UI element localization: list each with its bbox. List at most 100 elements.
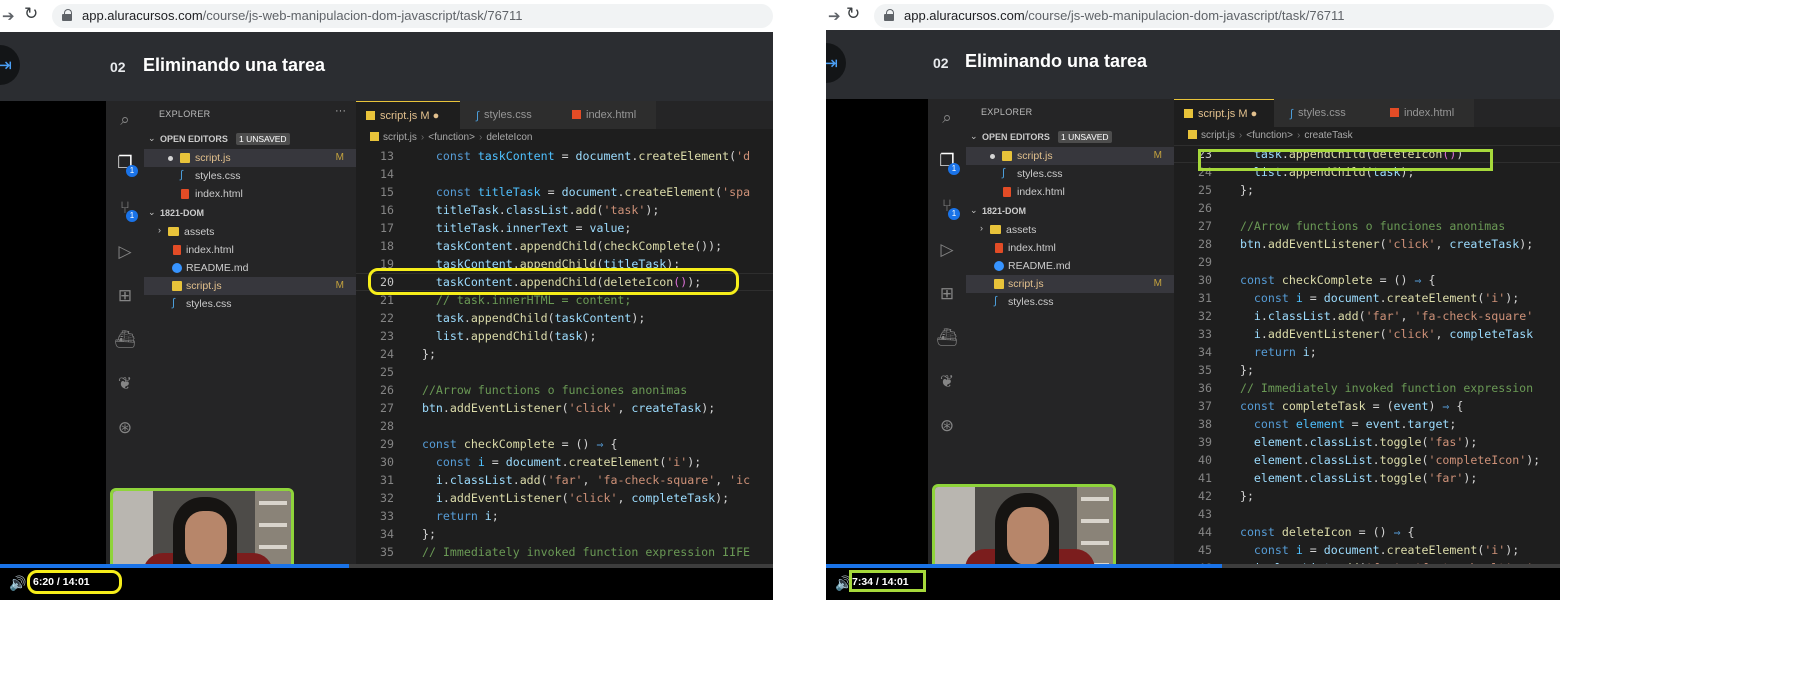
code-line[interactable]: taskContent.appendChild(titleTask); xyxy=(408,255,680,273)
code-line[interactable]: }; xyxy=(408,525,436,543)
file-name: styles.css xyxy=(1017,168,1063,180)
open-editor-item[interactable]: ∫ styles.css xyxy=(966,165,1174,183)
tree-item[interactable]: ∫ styles.css xyxy=(966,293,1174,311)
code-line[interactable]: list.appendChild(task); xyxy=(408,327,597,345)
tab-script-js[interactable]: script.js M ● xyxy=(356,101,460,129)
code-line[interactable]: const i = document.createElement('i'); xyxy=(1226,541,1519,559)
code-lines[interactable]: 13 const taskContent = document.createEl… xyxy=(356,147,773,564)
code-line[interactable]: i.addEventListener('click', completeTask xyxy=(1226,325,1533,343)
open-editor-item[interactable]: index.html xyxy=(144,185,356,203)
code-line[interactable]: const checkComplete = () ⇒ { xyxy=(1226,271,1435,289)
code-line[interactable]: }; xyxy=(408,345,436,363)
code-lines[interactable]: 23 task.appendChild(deleteIcon()) 24 list… xyxy=(1174,145,1560,564)
volume-icon[interactable]: 🔊 xyxy=(835,575,852,592)
tab-index-html[interactable]: index.html xyxy=(556,101,656,129)
tree-item[interactable]: README.md xyxy=(966,257,1174,275)
open-editors-header[interactable]: ⌄ OPEN EDITORS 1 UNSAVED xyxy=(966,129,1174,147)
project-header[interactable]: ⌄ 1821-DOM xyxy=(144,205,356,223)
code-line[interactable]: //Arrow functions o funciones anonimas xyxy=(408,381,687,399)
code-line[interactable]: const completeTask = (event) ⇒ { xyxy=(1226,397,1463,415)
code-line[interactable]: const i = document.createElement('i'); xyxy=(408,453,701,471)
code-line[interactable]: const taskContent = document.createEleme… xyxy=(408,147,750,165)
tab-script-js[interactable]: script.js M ● xyxy=(1174,99,1274,127)
code-line[interactable]: btn.addEventListener('click', createTask… xyxy=(1226,235,1533,253)
code-line[interactable]: const checkComplete = () ⇒ { xyxy=(408,435,617,453)
code-line[interactable]: taskContent.appendChild(deleteIcon()); xyxy=(408,273,701,291)
line-number: 33 xyxy=(380,509,394,523)
code-line[interactable]: titleTask.classList.add('task'); xyxy=(408,201,659,219)
line-number: 31 xyxy=(380,473,394,487)
code-line[interactable]: // Immediately invoked function expressi… xyxy=(1226,379,1533,397)
line-number: 23 xyxy=(1198,147,1212,161)
code-line[interactable]: i.classList.add('far', 'fa-check-square'… xyxy=(408,471,750,489)
tab-styles-css[interactable]: ∫ styles.css xyxy=(1274,99,1374,127)
tree-item-folder[interactable]: › assets xyxy=(966,221,1174,239)
open-editor-item[interactable]: script.js M xyxy=(144,149,356,167)
breadcrumb-file[interactable]: script.js xyxy=(383,132,417,143)
code-line[interactable]: element.classList.toggle('completeIcon')… xyxy=(1226,451,1540,469)
code-line[interactable]: const element = event.target; xyxy=(1226,415,1456,433)
tree-item[interactable]: index.html xyxy=(144,241,356,259)
code-line[interactable]: return i; xyxy=(408,507,499,525)
line-number: 32 xyxy=(1198,309,1212,323)
code-line[interactable]: i.classList.add('far', 'fa-check-square' xyxy=(1226,307,1533,325)
modified-indicator: M xyxy=(1153,278,1162,289)
open-editors-header[interactable]: ⌄ OPEN EDITORS 1 UNSAVED xyxy=(144,131,356,149)
code-line[interactable]: i.addEventListener('click', completeTask… xyxy=(408,489,729,507)
video-player[interactable]: ⇥ 02 Eliminando una tarea ⌕ ❐ 1 ⑂ 1 ▷ ⊞ … xyxy=(826,30,1560,600)
tree-item[interactable]: ∫ styles.css xyxy=(144,295,356,313)
tab-index-html[interactable]: index.html xyxy=(1374,99,1474,127)
progress-bar[interactable] xyxy=(0,564,773,568)
breadcrumb-scope[interactable]: <function> xyxy=(1246,130,1293,141)
code-editor[interactable]: script.js M ● ∫ styles.css index.html scr… xyxy=(1174,99,1560,564)
tab-styles-css[interactable]: ∫ styles.css xyxy=(460,101,556,129)
address-bar[interactable]: app.aluracursos.com/course/js-web-manipu… xyxy=(874,4,1554,28)
address-bar[interactable]: app.aluracursos.com/course/js-web-manipu… xyxy=(52,4,773,28)
tree-item[interactable]: index.html xyxy=(966,239,1174,257)
code-line[interactable]: btn.addEventListener('click', createTask… xyxy=(408,399,715,417)
breadcrumb-scope[interactable]: <function> xyxy=(428,132,475,143)
code-line[interactable]: taskContent.appendChild(checkComplete())… xyxy=(408,237,722,255)
code-line[interactable]: }; xyxy=(1226,181,1254,199)
exit-icon[interactable]: ⇥ xyxy=(0,45,20,85)
progress-bar[interactable] xyxy=(826,564,1560,568)
code-line[interactable]: const deleteIcon = () ⇒ { xyxy=(1226,523,1415,541)
code-editor[interactable]: script.js M ● ∫ styles.css index.html scr… xyxy=(356,101,773,564)
open-editor-item[interactable]: script.js M xyxy=(966,147,1174,165)
code-line[interactable]: task.appendChild(taskContent); xyxy=(408,309,645,327)
webcam-presenter-face xyxy=(1007,507,1049,565)
code-line[interactable]: task.appendChild(deleteIcon()) xyxy=(1226,145,1463,163)
tree-item-folder[interactable]: › assets xyxy=(144,223,356,241)
project-header[interactable]: ⌄ 1821-DOM xyxy=(966,203,1174,221)
code-line[interactable]: element.classList.toggle('far'); xyxy=(1226,469,1477,487)
code-line[interactable]: titleTask.innerText = value; xyxy=(408,219,631,237)
code-line[interactable]: //Arrow functions o funciones anonimas xyxy=(1226,217,1505,235)
tree-item[interactable]: script.js M xyxy=(144,277,356,295)
arrow-right-icon[interactable]: ➔ xyxy=(2,7,15,25)
lesson-title: Eliminando una tarea xyxy=(965,51,1148,71)
arrow-right-icon[interactable]: ➔ xyxy=(828,7,841,25)
code-line[interactable]: // task.innerHTML = content; xyxy=(408,291,631,309)
code-line[interactable]: // Immediately invoked function expressi… xyxy=(408,543,750,561)
code-line[interactable]: list.appendChild(task); xyxy=(1226,163,1415,181)
code-line[interactable]: }; xyxy=(1226,361,1254,379)
code-line[interactable]: const titleTask = document.createElement… xyxy=(408,183,750,201)
volume-icon[interactable]: 🔊 xyxy=(9,575,26,592)
code-line[interactable]: element.classList.toggle('fas'); xyxy=(1226,433,1477,451)
tree-item[interactable]: README.md xyxy=(144,259,356,277)
breadcrumb-file[interactable]: script.js xyxy=(1201,130,1235,141)
breadcrumb-symbol[interactable]: createTask xyxy=(1304,130,1352,141)
tree-item[interactable]: script.js M xyxy=(966,275,1174,293)
reload-icon[interactable]: ↻ xyxy=(846,4,860,24)
more-actions-icon[interactable]: ··· xyxy=(335,105,346,117)
reload-icon[interactable]: ↻ xyxy=(24,4,38,24)
code-line[interactable]: const i = document.createElement('i'); xyxy=(1226,289,1519,307)
open-editor-item[interactable]: ∫ styles.css xyxy=(144,167,356,185)
code-line[interactable]: return i; xyxy=(1226,343,1317,361)
exit-icon[interactable]: ⇥ xyxy=(826,43,846,83)
breadcrumb-symbol[interactable]: deleteIcon xyxy=(486,132,532,143)
code-line[interactable]: }; xyxy=(1226,487,1254,505)
video-player[interactable]: ⇥ 02 Eliminando una tarea ⌕ ❐ 1 ⑂ 1 ▷ ⊞ … xyxy=(0,32,773,600)
open-editor-item[interactable]: index.html xyxy=(966,183,1174,201)
css-file-icon: ∫ xyxy=(1002,167,1006,179)
